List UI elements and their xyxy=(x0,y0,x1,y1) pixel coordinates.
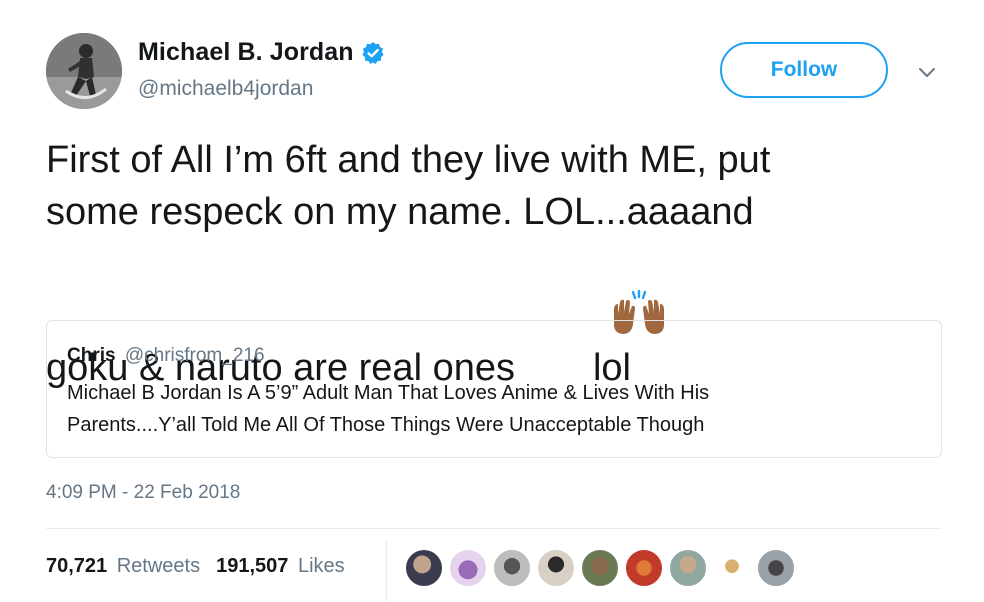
liker-avatar[interactable] xyxy=(448,548,488,588)
tweet-text-line-1: First of All I’m 6ft and they live with … xyxy=(46,139,771,181)
liker-avatars xyxy=(404,548,800,588)
liker-avatar[interactable] xyxy=(536,548,576,588)
quoted-tweet-header: Chris @chrisfrom_216 xyxy=(67,345,265,367)
likes-label: Likes xyxy=(297,555,345,577)
quoted-text-line-2: Parents....Y’all Told Me All Of Those Th… xyxy=(67,414,705,436)
quoted-author-handle: @chrisfrom_216 xyxy=(124,345,265,366)
tweet-card: Michael B. Jordan @michaelb4jordan Follo… xyxy=(0,0,984,602)
retweets-label: Retweets xyxy=(116,555,201,577)
chevron-down-icon[interactable] xyxy=(916,62,938,84)
author-display-name[interactable]: Michael B. Jordan xyxy=(138,38,354,67)
retweets-count: 70,721 xyxy=(46,555,108,577)
liker-avatar[interactable] xyxy=(756,548,796,588)
quoted-tweet[interactable]: Chris @chrisfrom_216 Michael B Jordan Is… xyxy=(46,320,942,458)
liker-avatar[interactable] xyxy=(624,548,664,588)
raising-hands-icon xyxy=(527,238,665,334)
quoted-text-line-1: Michael B Jordan Is A 5’9” Adult Man Tha… xyxy=(67,382,710,404)
follow-button[interactable]: Follow xyxy=(720,42,888,98)
tweet-timestamp[interactable]: 4:09 PM - 22 Feb 2018 xyxy=(46,482,240,504)
liker-avatar[interactable] xyxy=(404,548,444,588)
divider xyxy=(46,528,942,529)
liker-avatar[interactable] xyxy=(580,548,620,588)
verified-badge-icon xyxy=(361,41,385,65)
tweet-text-line-2: some respeck on my name. LOL...aaaand xyxy=(46,191,754,233)
liker-avatar[interactable] xyxy=(668,548,708,588)
author-name-row[interactable]: Michael B. Jordan xyxy=(138,38,385,67)
quoted-author-name: Chris xyxy=(67,345,116,366)
tweet-stats: 70,721 Retweets 191,507 Likes xyxy=(46,555,361,578)
retweets-stat[interactable]: 70,721 Retweets xyxy=(46,555,200,578)
liker-avatar[interactable] xyxy=(712,548,752,588)
liker-avatar[interactable] xyxy=(492,548,532,588)
author-avatar[interactable] xyxy=(46,33,122,109)
stats-divider xyxy=(386,540,387,602)
likes-count: 191,507 xyxy=(216,555,289,577)
author-handle[interactable]: @michaelb4jordan xyxy=(138,77,313,101)
likes-stat[interactable]: 191,507 Likes xyxy=(216,555,345,578)
quoted-tweet-text: Michael B Jordan Is A 5’9” Adult Man Tha… xyxy=(67,377,927,441)
